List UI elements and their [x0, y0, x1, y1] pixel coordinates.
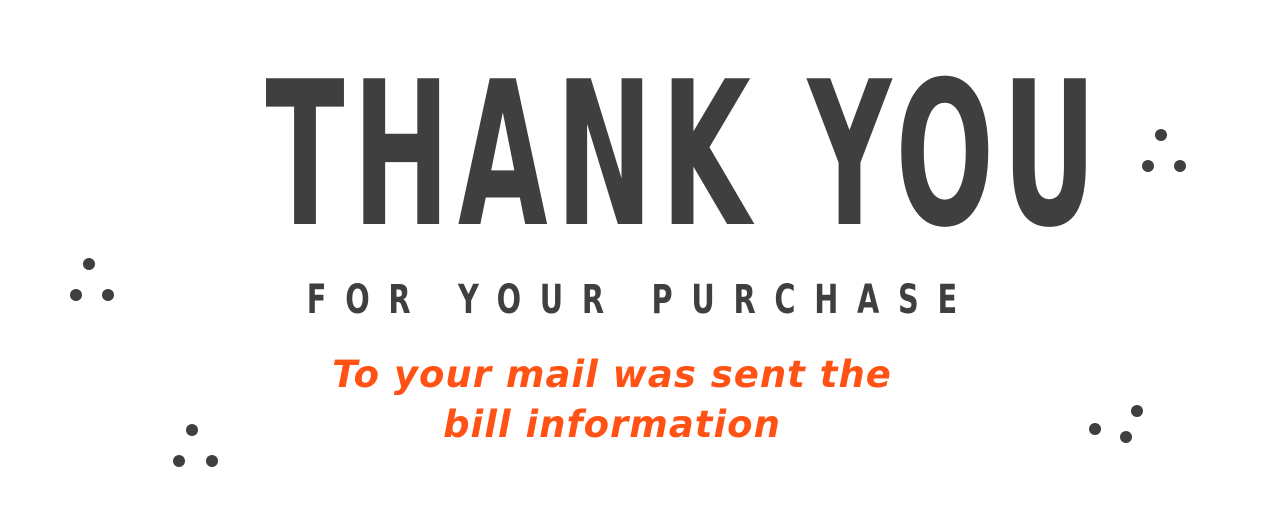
dot-cluster-top-right	[1138, 124, 1198, 184]
dot	[186, 424, 198, 436]
dot	[173, 455, 185, 467]
dot-cluster-bottom-left	[166, 418, 226, 478]
dot	[102, 289, 114, 301]
dot	[1174, 160, 1186, 172]
dot	[206, 455, 218, 467]
dot	[1120, 431, 1132, 443]
dot	[70, 289, 82, 301]
dot	[1131, 405, 1143, 417]
dot	[83, 258, 95, 270]
dot	[1155, 129, 1167, 141]
message-line-1: To your mail was sent the	[332, 353, 892, 396]
dot	[1089, 423, 1101, 435]
subheadline: FOR YOUR PURCHASE	[306, 277, 976, 323]
dot-cluster-left	[64, 252, 124, 312]
dot-cluster-bottom-right	[1082, 398, 1143, 458]
headline: THANK YOU	[265, 39, 1105, 272]
dot	[1142, 160, 1154, 172]
thank-you-banner: THANK YOU FOR YOUR PURCHASE To your mail…	[0, 0, 1264, 508]
